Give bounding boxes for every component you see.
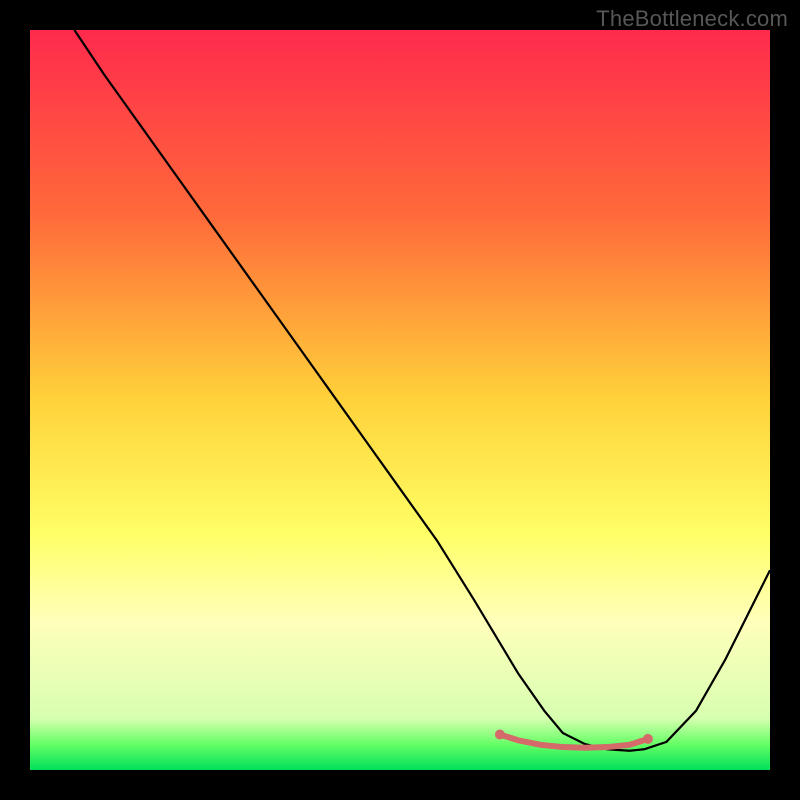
plot-area	[30, 30, 770, 770]
optimal-range-endpoint-left	[495, 729, 505, 739]
watermark-label: TheBottleneck.com	[596, 6, 788, 32]
chart-frame: TheBottleneck.com	[0, 0, 800, 800]
optimal-range-endpoint-right	[643, 734, 653, 744]
bottleneck-chart	[30, 30, 770, 770]
gradient-background	[30, 30, 770, 770]
